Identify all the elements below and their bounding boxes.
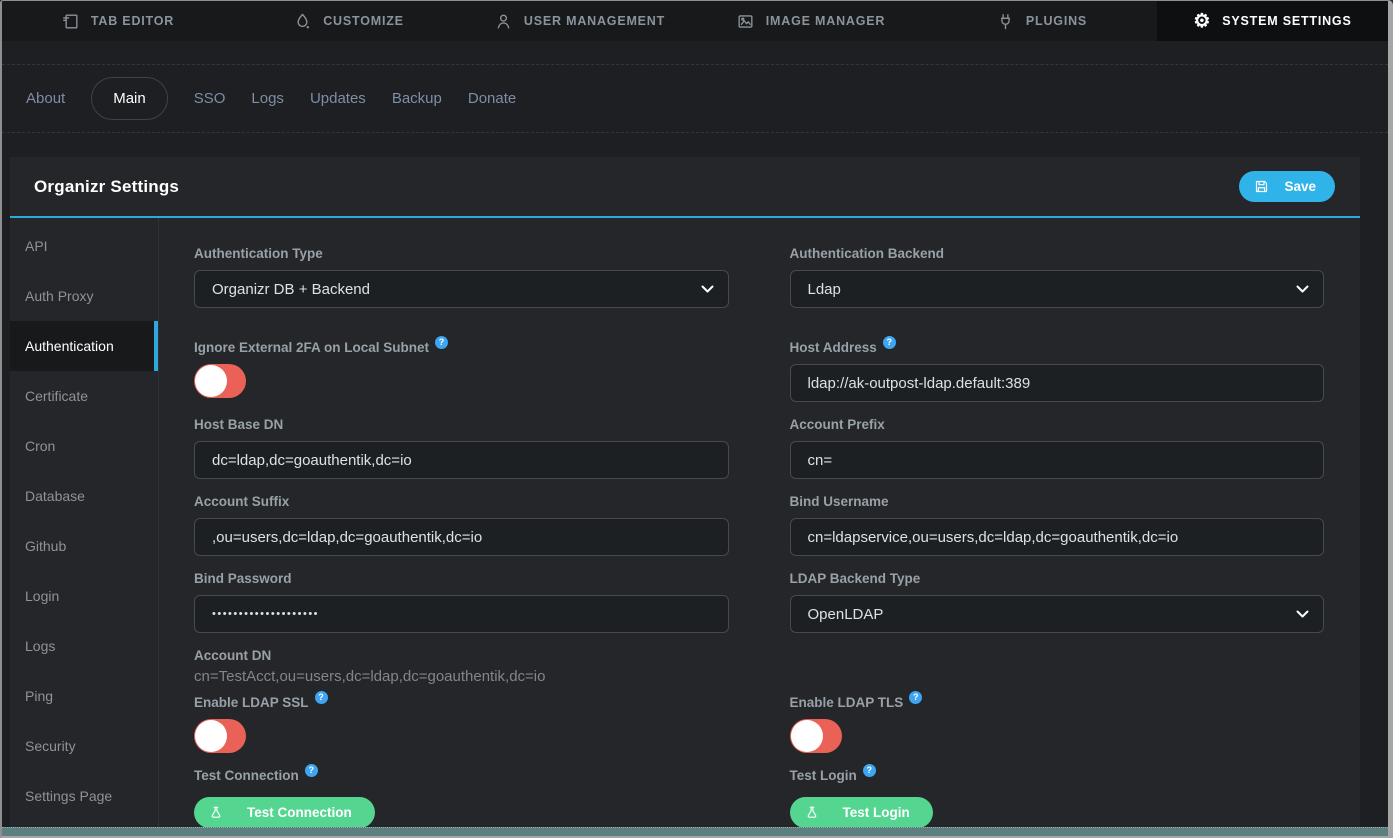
settings-sub-nav: About Main SSO Logs Updates Backup Donat… xyxy=(2,64,1388,133)
image-icon xyxy=(736,12,755,31)
host-address-input[interactable] xyxy=(790,364,1325,402)
sidebar-item-security[interactable]: Security xyxy=(10,721,158,771)
top-nav-bar: TAB EDITOR CUSTOMIZE USER MANAGEMENT IMA… xyxy=(2,1,1388,41)
page-title: Organizr Settings xyxy=(34,177,179,197)
test-connection-label: Test Connection ? xyxy=(194,767,729,784)
bottom-scroll-strip[interactable] xyxy=(2,827,1388,836)
topnav-label: IMAGE MANAGER xyxy=(766,14,885,28)
topnav-system-settings[interactable]: ⚙ SYSTEM SETTINGS xyxy=(1157,1,1388,41)
page-background: Organizr Settings Save API Auth Proxy Au… xyxy=(2,133,1388,827)
ldap-backend-type-label: LDAP Backend Type xyxy=(790,570,1325,587)
ldap-backend-type-select[interactable]: OpenLDAP xyxy=(790,595,1325,633)
authentication-backend-label: Authentication Backend xyxy=(790,245,1325,262)
sidebar-item-github[interactable]: Github xyxy=(10,521,158,571)
sidebar-item-cron[interactable]: Cron xyxy=(10,421,158,471)
host-base-dn-input[interactable] xyxy=(194,441,729,479)
help-icon[interactable]: ? xyxy=(883,336,896,349)
topnav-label: TAB EDITOR xyxy=(91,14,174,28)
help-icon[interactable]: ? xyxy=(315,691,328,704)
authentication-type-label: Authentication Type xyxy=(194,245,729,262)
authentication-type-select[interactable]: Organizr DB + Backend xyxy=(194,270,729,308)
topnav-label: USER MANAGEMENT xyxy=(524,14,665,28)
sidebar-item-logs[interactable]: Logs xyxy=(10,621,158,671)
topnav-label: SYSTEM SETTINGS xyxy=(1222,14,1351,28)
help-icon[interactable]: ? xyxy=(863,764,876,777)
organizr-settings-panel: Organizr Settings Save API Auth Proxy Au… xyxy=(10,157,1360,827)
settings-sidebar: API Auth Proxy Authentication Certificat… xyxy=(10,218,159,827)
subnav-item-about[interactable]: About xyxy=(26,90,65,107)
bind-password-input[interactable] xyxy=(194,595,729,633)
account-dn-label: Account DN xyxy=(194,647,729,664)
sidebar-item-certificate[interactable]: Certificate xyxy=(10,371,158,421)
test-connection-button[interactable]: Test Connection xyxy=(194,797,375,827)
host-address-label: Host Address ? xyxy=(790,339,1325,356)
subnav-item-updates[interactable]: Updates xyxy=(310,90,366,107)
plug-icon xyxy=(996,12,1015,31)
toggle-knob xyxy=(791,720,823,752)
topnav-plugins[interactable]: PLUGINS xyxy=(926,1,1157,41)
flask-icon xyxy=(805,805,819,820)
topnav-label: CUSTOMIZE xyxy=(323,14,404,28)
user-icon xyxy=(494,12,513,31)
host-base-dn-label: Host Base DN xyxy=(194,416,729,433)
help-icon[interactable]: ? xyxy=(305,764,318,777)
topnav-label: PLUGINS xyxy=(1026,14,1087,28)
sidebar-item-api[interactable]: API xyxy=(10,221,158,271)
test-login-label: Test Login ? xyxy=(790,767,1325,784)
save-button-label: Save xyxy=(1284,179,1316,194)
test-login-button-label: Test Login xyxy=(843,805,910,820)
topnav-user-management[interactable]: USER MANAGEMENT xyxy=(464,1,695,41)
enable-ldap-tls-label: Enable LDAP TLS ? xyxy=(790,694,1325,711)
account-prefix-input[interactable] xyxy=(790,441,1325,479)
save-button[interactable]: Save xyxy=(1239,171,1335,202)
subnav-item-donate[interactable]: Donate xyxy=(468,90,516,107)
spacer xyxy=(2,41,1388,64)
help-icon[interactable]: ? xyxy=(435,336,448,349)
enable-ldap-ssl-toggle[interactable] xyxy=(194,719,246,753)
bind-username-input[interactable] xyxy=(790,518,1325,556)
sidebar-item-settings-page[interactable]: Settings Page xyxy=(10,771,158,821)
topnav-tab-editor[interactable]: TAB EDITOR xyxy=(2,1,233,41)
sidebar-item-login[interactable]: Login xyxy=(10,571,158,621)
subnav-item-backup[interactable]: Backup xyxy=(392,90,442,107)
ignore-2fa-toggle[interactable] xyxy=(194,364,246,398)
test-login-button[interactable]: Test Login xyxy=(790,797,933,827)
sidebar-item-database[interactable]: Database xyxy=(10,471,158,521)
sidebar-item-auth-proxy[interactable]: Auth Proxy xyxy=(10,271,158,321)
topnav-customize[interactable]: CUSTOMIZE xyxy=(233,1,464,41)
organizr-app-window: TAB EDITOR CUSTOMIZE USER MANAGEMENT IMA… xyxy=(0,0,1393,838)
sidebar-item-authentication[interactable]: Authentication xyxy=(10,321,158,371)
account-prefix-label: Account Prefix xyxy=(790,416,1325,433)
subnav-item-logs[interactable]: Logs xyxy=(251,90,284,107)
panel-body: API Auth Proxy Authentication Certificat… xyxy=(10,218,1360,827)
tab-editor-icon xyxy=(61,12,80,31)
authentication-backend-select[interactable]: Ldap xyxy=(790,270,1325,308)
enable-ldap-tls-toggle[interactable] xyxy=(790,719,842,753)
bind-username-label: Bind Username xyxy=(790,493,1325,510)
panel-header: Organizr Settings Save xyxy=(10,157,1360,218)
topnav-image-manager[interactable]: IMAGE MANAGER xyxy=(695,1,926,41)
account-dn-value: cn=TestAcct,ou=users,dc=ldap,dc=goauthen… xyxy=(194,668,729,685)
account-suffix-label: Account Suffix xyxy=(194,493,729,510)
account-suffix-input[interactable] xyxy=(194,518,729,556)
enable-ldap-ssl-label: Enable LDAP SSL ? xyxy=(194,694,729,711)
test-connection-button-label: Test Connection xyxy=(247,805,352,820)
subnav-item-main[interactable]: Main xyxy=(91,77,168,120)
authentication-settings-form: Authentication Type Organizr DB + Backen… xyxy=(159,218,1360,827)
sidebar-item-ping[interactable]: Ping xyxy=(10,671,158,721)
flask-icon xyxy=(209,805,223,820)
toggle-knob xyxy=(195,720,227,752)
bind-password-label: Bind Password xyxy=(194,570,729,587)
subnav-item-sso[interactable]: SSO xyxy=(194,90,226,107)
ignore-2fa-label: Ignore External 2FA on Local Subnet ? xyxy=(194,339,729,356)
toggle-knob xyxy=(195,365,227,397)
floppy-disk-icon xyxy=(1254,179,1269,194)
gear-icon: ⚙ xyxy=(1193,12,1211,31)
help-icon[interactable]: ? xyxy=(909,691,922,704)
customize-icon xyxy=(293,12,312,31)
